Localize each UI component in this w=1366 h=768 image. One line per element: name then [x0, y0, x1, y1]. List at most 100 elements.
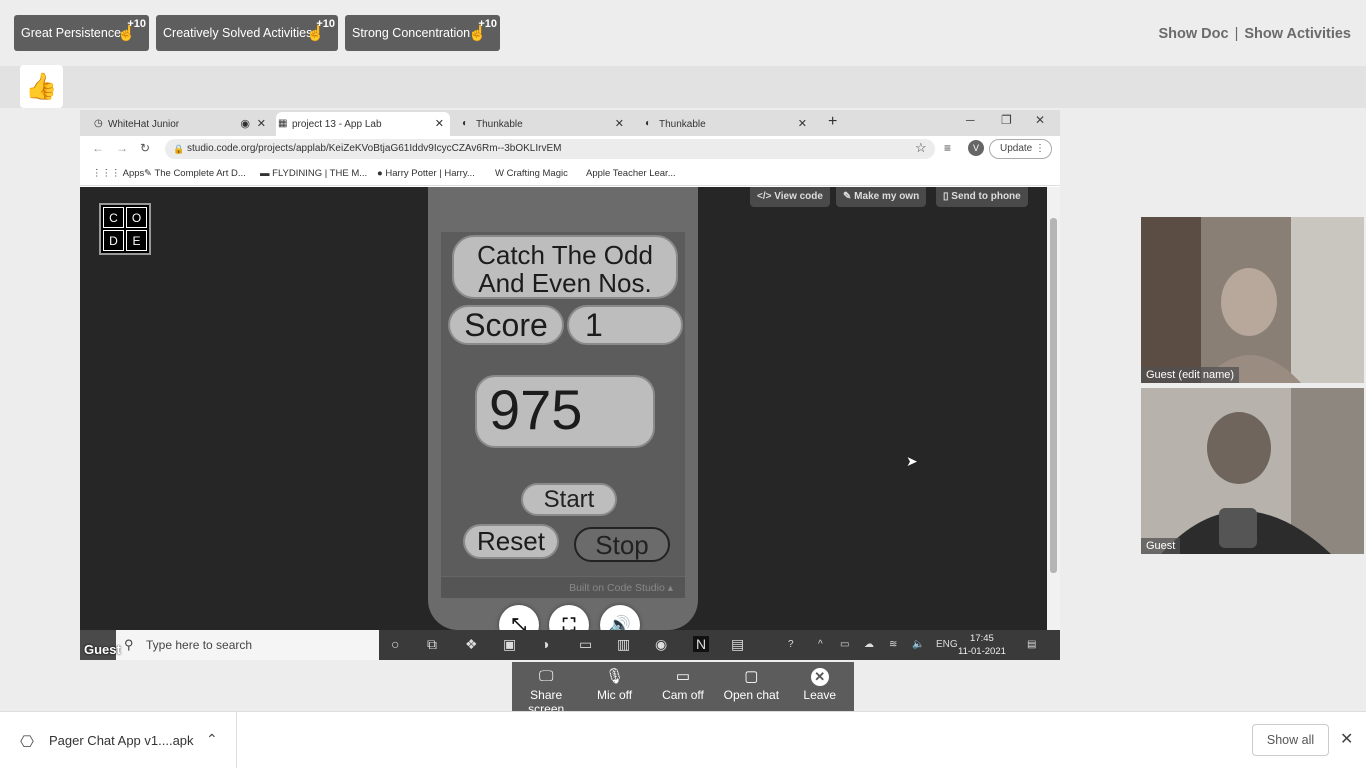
tab-whitehat[interactable]: ◷ WhiteHat Junior ◉ ✕ [92, 112, 272, 136]
netflix-icon[interactable]: N [693, 636, 710, 652]
badge-label: Great Persistence [21, 26, 122, 40]
badge-strong-concentration[interactable]: Strong Concentration ☝ +10 [345, 15, 500, 51]
chevron-up-icon[interactable]: ^ [818, 639, 823, 650]
built-on-code-studio[interactable]: Built on Code Studio ▴ [441, 576, 685, 598]
forward-icon[interactable]: → [116, 141, 128, 155]
show-all-button[interactable]: Show all [1252, 724, 1329, 756]
close-tab-icon[interactable]: ✕ [257, 117, 266, 130]
bookmark-label: The Complete Art D... [154, 168, 246, 179]
browser-tab-strip: ◷ WhiteHat Junior ◉ ✕ ▦ project 13 - App… [80, 110, 1060, 136]
close-tab-icon[interactable]: ✕ [798, 117, 807, 130]
view-code-button[interactable]: </> View code [750, 187, 830, 207]
explorer-icon[interactable]: ▭ [579, 636, 592, 653]
video-tile-student[interactable]: Guest [1141, 388, 1364, 554]
share-screen-button[interactable]: 🖵 Share screen [512, 662, 580, 716]
task-view-icon[interactable]: ⧉ [427, 636, 437, 653]
close-tab-icon[interactable]: ✕ [615, 117, 624, 130]
reset-button[interactable]: Reset [463, 524, 559, 559]
sharer-name: Guest [84, 642, 121, 657]
books-icon[interactable]: ▥ [617, 636, 630, 653]
participant-name[interactable]: Guest [1141, 538, 1181, 554]
close-tab-icon[interactable]: ✕ [435, 117, 444, 130]
teacher-video-frame [1141, 217, 1364, 383]
bookmark-harry-potter[interactable]: ● Harry Potter | Harry... [377, 168, 475, 179]
tab-title: Thunkable [659, 118, 706, 130]
profile-avatar[interactable]: V [968, 140, 984, 156]
show-doc-link[interactable]: Show Doc [1158, 26, 1228, 42]
bookmark-label: Crafting Magic [506, 168, 568, 179]
tab-thunkable-1[interactable]: ◐ Thunkable ✕ [460, 112, 630, 136]
badge-points: +10 [127, 18, 146, 30]
make-my-own-button[interactable]: ✎ Make my own [836, 187, 927, 207]
wifi-icon[interactable]: ≋ [889, 639, 897, 650]
bookmark-art[interactable]: ✎ The Complete Art D... [144, 168, 246, 179]
badge-points: +10 [316, 18, 335, 30]
logo-letter: O [126, 207, 147, 228]
bookmark-apple-teacher[interactable]: Apple Teacher Lear... [586, 168, 676, 179]
stop-button[interactable]: Stop [574, 527, 670, 562]
taskbar-clock[interactable]: 17:45 11-01-2021 [958, 632, 1006, 658]
camera-button[interactable]: ▭ Cam off [649, 662, 717, 711]
thumbs-up-icon: 👍 [25, 71, 58, 101]
volume-icon[interactable]: 🔈 [912, 639, 924, 650]
lock-icon: 🔒 [173, 144, 185, 154]
restore-icon[interactable]: ❐ [1001, 113, 1012, 127]
chevron-up-icon[interactable]: ⌃ [206, 731, 218, 748]
control-label: Open chat [723, 688, 780, 702]
cortana-icon[interactable]: ○ [391, 636, 399, 652]
tab-applab[interactable]: ▦ project 13 - App Lab ✕ [276, 112, 450, 136]
logo-letter: E [126, 230, 147, 251]
start-button[interactable]: Start [521, 483, 617, 516]
mic-button[interactable]: 🎙 Mic off [580, 662, 648, 711]
reload-icon[interactable]: ↻ [140, 141, 150, 155]
help-icon[interactable]: ? [788, 639, 794, 650]
store-icon[interactable]: ▣ [503, 636, 516, 653]
bookmark-crafting-magic[interactable]: W Crafting Magic [495, 168, 568, 179]
reading-list-icon[interactable]: ≡ [944, 141, 951, 155]
url-field[interactable]: 🔒 studio.code.org/projects/applab/KeiZeK… [165, 139, 935, 159]
taskbar-search[interactable]: ⚲ Type here to search [116, 630, 379, 660]
minimize-icon[interactable]: ─ [966, 113, 975, 127]
scrollbar-thumb[interactable] [1050, 218, 1057, 573]
code-org-logo[interactable]: C O D E [99, 203, 151, 255]
update-button[interactable]: Update ⋮ [989, 139, 1052, 159]
open-chat-button[interactable]: ▢ Open chat [717, 662, 785, 711]
onedrive-icon[interactable]: ☁ [864, 639, 874, 650]
bookmark-star-icon[interactable]: ☆ [915, 140, 927, 156]
notifications-icon[interactable]: ▤ [1027, 639, 1036, 650]
bookmark-apps[interactable]: ⋮⋮⋮ Apps [92, 168, 144, 179]
participant-name[interactable]: Guest (edit name) [1141, 367, 1240, 383]
meeting-controls: 🖵 Share screen 🎙 Mic off ▭ Cam off ▢ Ope… [512, 662, 854, 716]
thumbs-up-button[interactable]: 👍 [20, 65, 63, 108]
language-indicator[interactable]: ENG [936, 639, 958, 650]
badge-creatively-solved[interactable]: Creatively Solved Activities ☝ +10 [156, 15, 338, 51]
badge-points: +10 [478, 18, 497, 30]
bookmark-flydining[interactable]: ▬ FLYDINING | THE M... [260, 168, 367, 179]
download-item[interactable]: ⎔ Pager Chat App v1....apk ⌃ [0, 712, 237, 768]
tab-thunkable-2[interactable]: ◐ Thunkable ✕ [643, 112, 813, 136]
battery-icon[interactable]: ▭ [840, 639, 849, 650]
edge-icon[interactable]: ◑ [541, 636, 549, 652]
monitor-icon: 🖵 [538, 668, 554, 685]
logo-letter: C [103, 207, 124, 228]
applab-icon: ▦ [278, 118, 288, 129]
send-to-phone-button[interactable]: ▯ Send to phone [936, 187, 1028, 207]
update-label: Update [1000, 143, 1033, 154]
badge-great-persistence[interactable]: Great Persistence ☝ +10 [14, 15, 149, 51]
mic-icon: 🎙 [605, 668, 625, 685]
bookmark-label: Apps [122, 168, 145, 179]
menu-dots-icon: ⋮ [1035, 143, 1045, 154]
tab-title: WhiteHat Junior [108, 118, 180, 130]
chrome-icon[interactable]: ◉ [655, 636, 667, 653]
leave-button[interactable]: ✕ Leave [786, 662, 854, 711]
video-tile-teacher[interactable]: Guest (edit name) [1141, 217, 1364, 383]
meeting-app-icon[interactable]: ▤ [731, 636, 744, 653]
back-icon[interactable]: ← [92, 141, 104, 155]
random-number-display[interactable]: 975 [475, 375, 655, 448]
close-window-icon[interactable]: ✕ [1035, 113, 1045, 127]
dropbox-icon[interactable]: ❖ [465, 636, 478, 653]
windows-taskbar: ⚲ Type here to search ○ ⧉ ❖ ▣ ◑ ▭ ▥ ◉ N … [80, 630, 1060, 660]
new-tab-icon[interactable]: + [828, 113, 837, 131]
show-activities-link[interactable]: Show Activities [1244, 26, 1351, 42]
close-downloads-icon[interactable]: ✕ [1340, 729, 1353, 749]
